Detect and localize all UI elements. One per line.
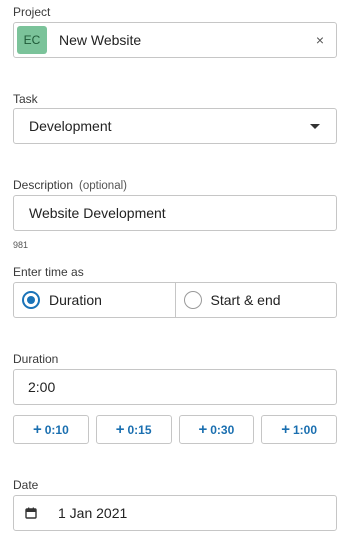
optional-hint: (optional) bbox=[79, 180, 127, 192]
add-30-min-button[interactable]: +0:30 bbox=[178, 415, 255, 444]
quick-add-label: 0:30 bbox=[210, 422, 235, 437]
date-label: Date bbox=[13, 478, 39, 492]
description-input[interactable] bbox=[14, 196, 336, 230]
quick-add-row: +0:10 +0:15 +0:30 +1:00 bbox=[13, 415, 337, 444]
description-label: Description (optional) bbox=[13, 178, 127, 192]
plus-icon: + bbox=[198, 421, 208, 438]
quick-add-label: 0:15 bbox=[127, 422, 152, 437]
project-badge: EC bbox=[17, 26, 47, 54]
calendar-icon[interactable] bbox=[25, 507, 37, 519]
time-mode-option-label: Duration bbox=[49, 292, 102, 308]
char-counter: 981 bbox=[13, 240, 29, 250]
duration-label: Duration bbox=[13, 352, 59, 366]
time-mode-option-duration[interactable]: Duration bbox=[14, 283, 175, 317]
time-mode-label: Enter time as bbox=[13, 265, 84, 279]
chevron-down-icon bbox=[310, 124, 320, 129]
plus-icon: + bbox=[115, 421, 125, 438]
duration-field[interactable] bbox=[13, 369, 337, 405]
clear-icon[interactable]: × bbox=[316, 32, 324, 48]
task-select[interactable]: Development bbox=[13, 108, 337, 144]
description-label-text: Description bbox=[13, 178, 74, 192]
task-label: Task bbox=[13, 92, 38, 106]
time-mode-option-label: Start & end bbox=[210, 292, 281, 308]
add-10-min-button[interactable]: +0:10 bbox=[13, 415, 89, 444]
quick-add-label: 0:10 bbox=[44, 422, 69, 437]
date-picker[interactable]: 1 Jan 2021 bbox=[13, 495, 337, 531]
time-mode-toggle: Duration Start & end bbox=[13, 282, 337, 318]
quick-add-label: 1:00 bbox=[292, 422, 318, 437]
date-value: 1 Jan 2021 bbox=[58, 505, 128, 521]
add-1-hour-button[interactable]: +1:00 bbox=[261, 415, 337, 444]
project-name: New Website bbox=[59, 32, 142, 48]
radio-unchecked-icon[interactable] bbox=[183, 291, 202, 309]
plus-icon: + bbox=[32, 421, 42, 438]
description-field[interactable] bbox=[13, 195, 337, 231]
plus-icon: + bbox=[281, 421, 290, 438]
add-15-min-button[interactable]: +0:15 bbox=[95, 415, 172, 444]
duration-input[interactable] bbox=[14, 370, 336, 404]
task-value: Development bbox=[29, 118, 112, 134]
radio-checked-icon[interactable] bbox=[22, 291, 40, 309]
project-label: Project bbox=[13, 5, 51, 19]
time-mode-option-start-end[interactable]: Start & end bbox=[174, 283, 337, 317]
project-select[interactable]: EC New Website × bbox=[13, 22, 337, 58]
